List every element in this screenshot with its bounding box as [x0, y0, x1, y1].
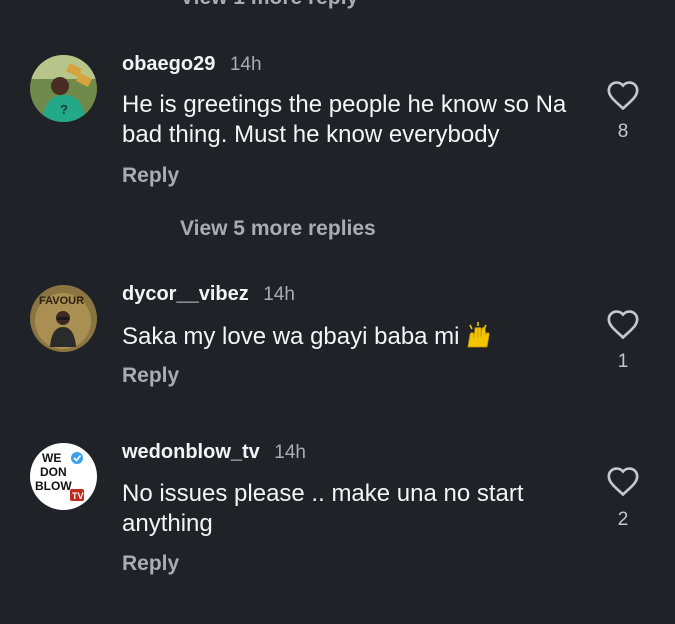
avatar-logo-line-4: TV: [72, 491, 84, 501]
avatar-dycor-vibez[interactable]: FAVOUR: [30, 285, 97, 352]
avatar-logo-line-1: WE: [42, 451, 61, 465]
comment-time: 14h: [229, 54, 262, 75]
like-button[interactable]: [606, 465, 640, 497]
like-count: 8: [617, 121, 629, 142]
avatar-logo-text: FAVOUR: [39, 295, 84, 307]
comment-meta: wedonblow_tv 14h: [122, 441, 306, 464]
comment-meta: obaego29 14h: [122, 53, 262, 76]
raising-hands-emoji-icon: [464, 321, 492, 349]
username[interactable]: obaego29: [122, 53, 215, 75]
heart-outline-icon: [607, 310, 639, 340]
avatar-dycor-vibez-image: FAVOUR: [30, 285, 97, 352]
comment-text: Saka my love wa gbayi baba mi: [122, 321, 592, 352]
comment-time: 14h: [263, 284, 295, 305]
like-count: 2: [617, 509, 629, 530]
view-more-reply-link-top[interactable]: View 1 more reply: [180, 0, 358, 10]
avatar-logo-line-2: DON: [40, 465, 67, 479]
username[interactable]: dycor__vibez: [122, 283, 249, 305]
comment-meta: dycor__vibez 14h: [122, 283, 295, 306]
avatar-obaego29-image: ?: [30, 55, 97, 122]
avatar-logo-line-3: BLOW: [35, 479, 72, 493]
like-button[interactable]: [606, 79, 640, 111]
comment-time: 14h: [274, 442, 306, 463]
heart-outline-icon: [607, 81, 639, 111]
reply-button[interactable]: Reply: [122, 364, 179, 388]
like-count: 1: [617, 351, 629, 372]
comment-text: He is greetings the people he know so Na…: [122, 91, 567, 148]
svg-text:?: ?: [60, 102, 68, 117]
avatar-obaego29[interactable]: ?: [30, 55, 97, 122]
comment-text: No issues please .. make una no start an…: [122, 480, 524, 537]
heart-outline-icon: [607, 467, 639, 497]
username[interactable]: wedonblow_tv: [122, 441, 260, 463]
avatar-wedonblow-tv-image: WE DON BLOW TV: [30, 443, 97, 510]
avatar-wedonblow-tv[interactable]: WE DON BLOW TV: [30, 443, 97, 510]
view-more-replies-link[interactable]: View 5 more replies: [180, 217, 376, 241]
reply-button[interactable]: Reply: [122, 552, 179, 576]
reply-button[interactable]: Reply: [122, 164, 179, 188]
comment-text-content: Saka my love wa gbayi baba mi: [122, 323, 460, 350]
like-button[interactable]: [606, 308, 640, 340]
